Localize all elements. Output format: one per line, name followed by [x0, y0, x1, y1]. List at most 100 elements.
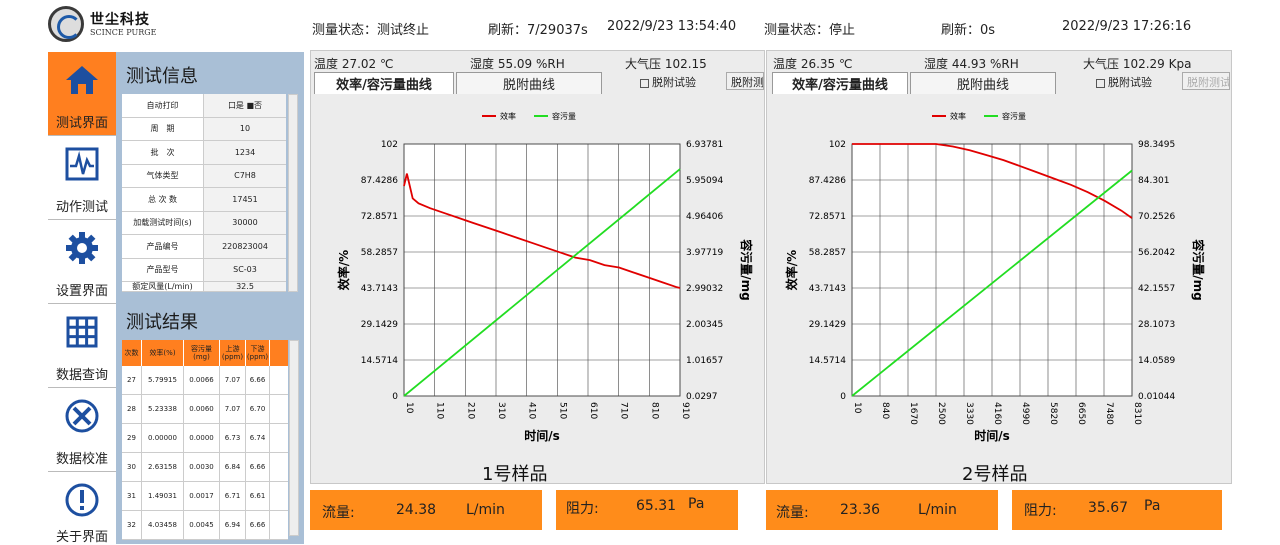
tab-efficiency-curve[interactable]: 效率/容污量曲线 — [772, 72, 908, 94]
cell: 7.07 — [220, 366, 246, 394]
desorption-test-button[interactable]: 脱附测 — [726, 72, 764, 90]
info-key: 气体类型 — [122, 164, 204, 187]
table-row[interactable]: 29 0.00000 0.0000 6.73 6.74 — [122, 424, 288, 453]
batch-field[interactable]: 1234 — [204, 141, 286, 164]
resistance-value: 35.67 — [1088, 500, 1129, 516]
tools-icon — [65, 399, 99, 433]
y-tick-right: 3.97719 — [686, 248, 723, 258]
info-row: 批 次 1234 — [122, 141, 286, 165]
cell: 29 — [122, 424, 142, 452]
resistance-label: 阻力: — [1024, 503, 1057, 519]
y-tick-left: 102 — [381, 140, 398, 150]
sidebar-nav: 测试界面 动作测试 设置界面 数据查询 数据校准 关于界面 — [48, 52, 116, 545]
y-tick-right: 0.01044 — [1138, 392, 1175, 402]
desorption-test-button[interactable]: 脱附测试 — [1182, 72, 1230, 90]
humidity-reading: 湿度 55.09 %RH — [470, 57, 565, 71]
x-tick: 6650 — [1076, 402, 1086, 425]
info-row: 产品型号 SC-03 — [122, 258, 286, 282]
resistance-label: 阻力: — [566, 501, 599, 517]
info-icon — [65, 483, 99, 517]
desorption-test-checkbox[interactable]: 脱附试验 — [640, 74, 696, 90]
info-key: 加载测试时间(s) — [122, 211, 204, 234]
desorption-test-checkbox[interactable]: 脱附试验 — [1096, 74, 1152, 90]
nav-item-calibration[interactable]: 数据校准 — [48, 388, 116, 472]
total-count-field[interactable]: 17451 — [204, 188, 286, 211]
product-number-field[interactable]: 220823004 — [204, 235, 286, 258]
tab-desorption-curve[interactable]: 脱附曲线 — [910, 72, 1056, 94]
period-field[interactable]: 10 — [204, 117, 286, 140]
x-tick: 210 — [465, 402, 475, 419]
col-header: 次数 — [122, 340, 142, 366]
nav-label: 设置界面 — [55, 284, 108, 299]
rated-flow-field[interactable]: 32.5 — [204, 282, 286, 291]
sample-label: 2号样品 — [962, 464, 1028, 485]
nav-label: 动作测试 — [55, 200, 108, 215]
info-row: 加载测试时间(s) 30000 — [122, 211, 286, 235]
nav-label: 数据校准 — [55, 452, 108, 467]
table-row[interactable]: 30 2.63158 0.0030 6.84 6.66 — [122, 453, 288, 482]
cell: 6.66 — [246, 453, 270, 481]
load-time-field[interactable]: 30000 — [204, 211, 286, 234]
cell: 0.0066 — [184, 366, 220, 394]
cell: 6.61 — [246, 482, 270, 510]
flow-box: 流量: 24.38 L/min — [310, 490, 542, 530]
x-axis-title: 时间/s — [974, 428, 1010, 443]
checkbox-label: 脱附试验 — [652, 76, 696, 89]
info-scrollbar[interactable] — [288, 94, 298, 292]
cell: 27 — [122, 366, 142, 394]
y-tick-right: 4.96406 — [686, 212, 723, 222]
checkbox-box — [1096, 78, 1105, 88]
results-scrollbar[interactable] — [289, 340, 299, 536]
cell: 1.49031 — [142, 482, 184, 510]
x-tick: 110 — [435, 402, 445, 419]
x-tick: 3330 — [964, 402, 974, 425]
tab-efficiency-curve[interactable]: 效率/容污量曲线 — [314, 72, 454, 94]
nav-item-about[interactable]: 关于界面 — [48, 472, 116, 545]
table-row[interactable]: 27 5.79915 0.0066 7.07 6.66 — [122, 366, 288, 395]
test-info-title: 测试信息 — [126, 66, 198, 87]
chart-2: 效率 容污量 102 98.3495 87.4286 84.301 72.8571 70.25… — [784, 111, 1206, 443]
y-tick-right: 70.2526 — [1138, 212, 1175, 222]
waveform-icon — [65, 147, 99, 181]
y-tick-left: 0 — [392, 392, 398, 402]
y-tick-left: 43.7143 — [809, 284, 846, 294]
cell: 0.0060 — [184, 395, 220, 423]
nav-item-action-test[interactable]: 动作测试 — [48, 136, 116, 220]
col-header: 上游(ppm) — [220, 340, 246, 366]
temperature-reading: 温度 26.35 ℃ — [773, 57, 853, 71]
y-tick-right: 42.1557 — [1138, 284, 1175, 294]
col-header: 下游(ppm) — [246, 340, 270, 366]
auto-print-toggle[interactable]: 口是 ■否 — [204, 94, 286, 117]
x-tick: 4160 — [992, 402, 1002, 425]
test-results-title: 测试结果 — [126, 312, 198, 333]
measure-status: 测量状态：停止 — [764, 23, 856, 38]
table-row[interactable]: 28 5.23338 0.0060 7.07 6.70 — [122, 395, 288, 424]
nav-item-data-query[interactable]: 数据查询 — [48, 304, 116, 388]
cell: 28 — [122, 395, 142, 423]
results-header-row: 次数 效率(%) 容污量(mg) 上游(ppm) 下游(ppm) — [122, 340, 288, 366]
product-model-field[interactable]: SC-03 — [204, 258, 286, 281]
x-tick: 510 — [557, 402, 567, 419]
tab-desorption-curve[interactable]: 脱附曲线 — [456, 72, 602, 94]
gas-type-field[interactable]: C7H8 — [204, 164, 286, 187]
nav-item-test[interactable]: 测试界面 — [48, 52, 116, 136]
info-row: 周 期 10 — [122, 117, 286, 141]
y-tick-right: 84.301 — [1138, 176, 1170, 186]
cell: 6.73 — [220, 424, 246, 452]
y-tick-left: 0 — [840, 392, 846, 402]
y-tick-right: 5.95094 — [686, 176, 723, 186]
nav-item-settings[interactable]: 设置界面 — [48, 220, 116, 304]
grid-icon — [66, 316, 98, 348]
datetime: 2022/9/23 13:54:40 — [607, 19, 737, 34]
y-tick-right: 1.01657 — [686, 356, 723, 366]
y-tick-left: 87.4286 — [809, 176, 846, 186]
logo-english-name: SCINCE PURGE — [90, 28, 157, 37]
table-row[interactable]: 32 4.03458 0.0045 6.94 6.66 — [122, 511, 288, 540]
sample-label: 1号样品 — [482, 464, 548, 485]
cell: 31 — [122, 482, 142, 510]
table-row[interactable]: 31 1.49031 0.0017 6.71 6.61 — [122, 482, 288, 511]
info-row: 产品编号 220823004 — [122, 235, 286, 259]
measure-status: 测量状态：测试终止 — [312, 23, 430, 38]
y-tick-right: 98.3495 — [1138, 140, 1175, 150]
x-tick: 810 — [649, 402, 659, 419]
